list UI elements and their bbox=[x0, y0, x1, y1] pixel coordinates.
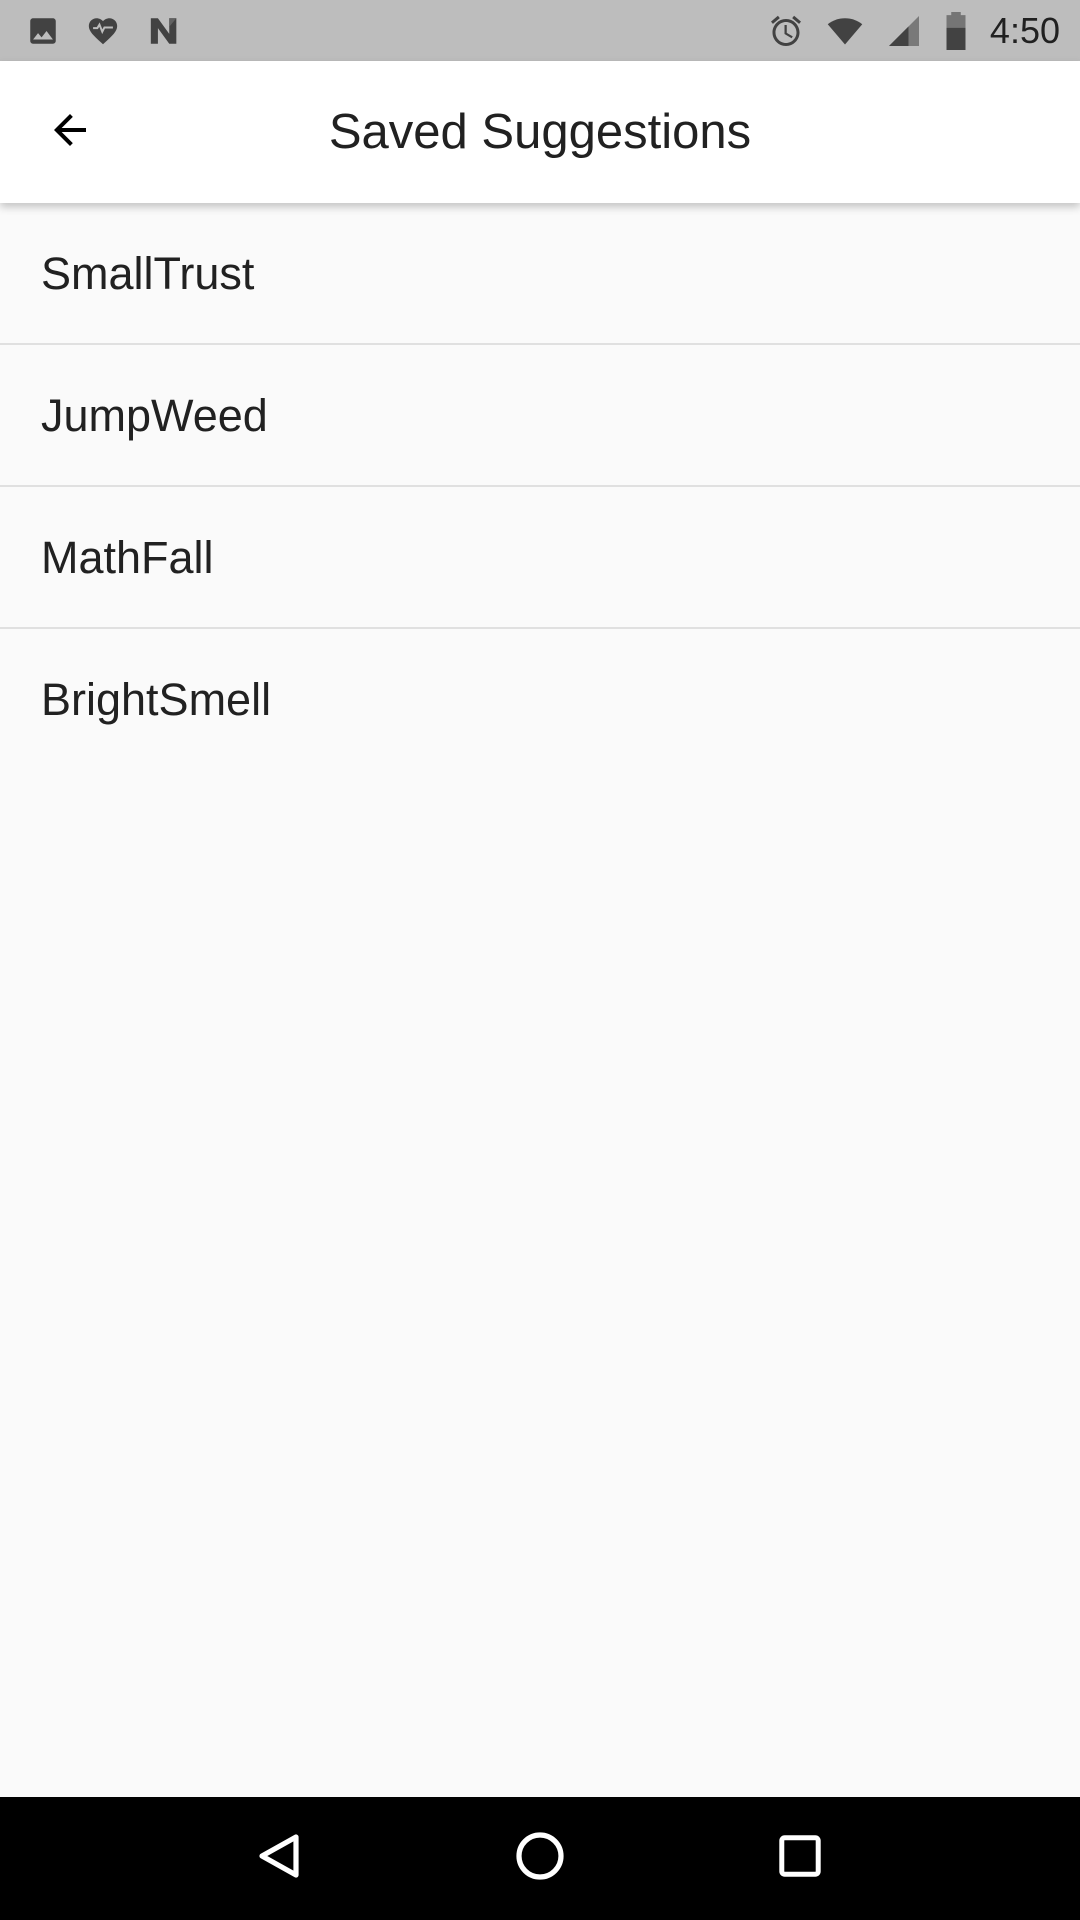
list-item[interactable]: MathFall bbox=[0, 487, 1080, 629]
nav-home-button[interactable] bbox=[490, 1809, 590, 1909]
status-bar-left bbox=[26, 14, 210, 48]
nav-recents-button[interactable] bbox=[750, 1809, 850, 1909]
health-heart-icon bbox=[86, 14, 120, 48]
nav-recents-icon bbox=[777, 1833, 823, 1884]
list-item[interactable]: SmallTrust bbox=[0, 203, 1080, 345]
battery-icon bbox=[944, 11, 968, 50]
nav-back-button[interactable] bbox=[230, 1809, 330, 1909]
saved-suggestions-list: SmallTrust JumpWeed MathFall BrightSmell bbox=[0, 203, 1080, 771]
page-title: Saved Suggestions bbox=[328, 105, 752, 159]
alarm-icon bbox=[768, 13, 804, 49]
wifi-icon bbox=[826, 13, 864, 49]
nav-back-icon bbox=[254, 1830, 306, 1887]
status-time: 4:50 bbox=[989, 9, 1060, 51]
n-logo-icon bbox=[146, 14, 184, 48]
list-item[interactable]: BrightSmell bbox=[0, 629, 1080, 771]
navigation-bar bbox=[0, 1797, 1080, 1920]
image-icon bbox=[26, 14, 60, 48]
status-bar-right: 4:50 bbox=[746, 10, 1060, 52]
nav-home-icon bbox=[514, 1830, 566, 1887]
list-item[interactable]: JumpWeed bbox=[0, 345, 1080, 487]
status-bar: 4:50 bbox=[0, 0, 1080, 61]
app-bar: Saved Suggestions bbox=[0, 61, 1080, 203]
saved-suggestions-screen: 4:50 Saved Suggestions SmallTrust JumpWe… bbox=[0, 0, 1080, 1920]
cell-signal-icon bbox=[886, 13, 922, 49]
